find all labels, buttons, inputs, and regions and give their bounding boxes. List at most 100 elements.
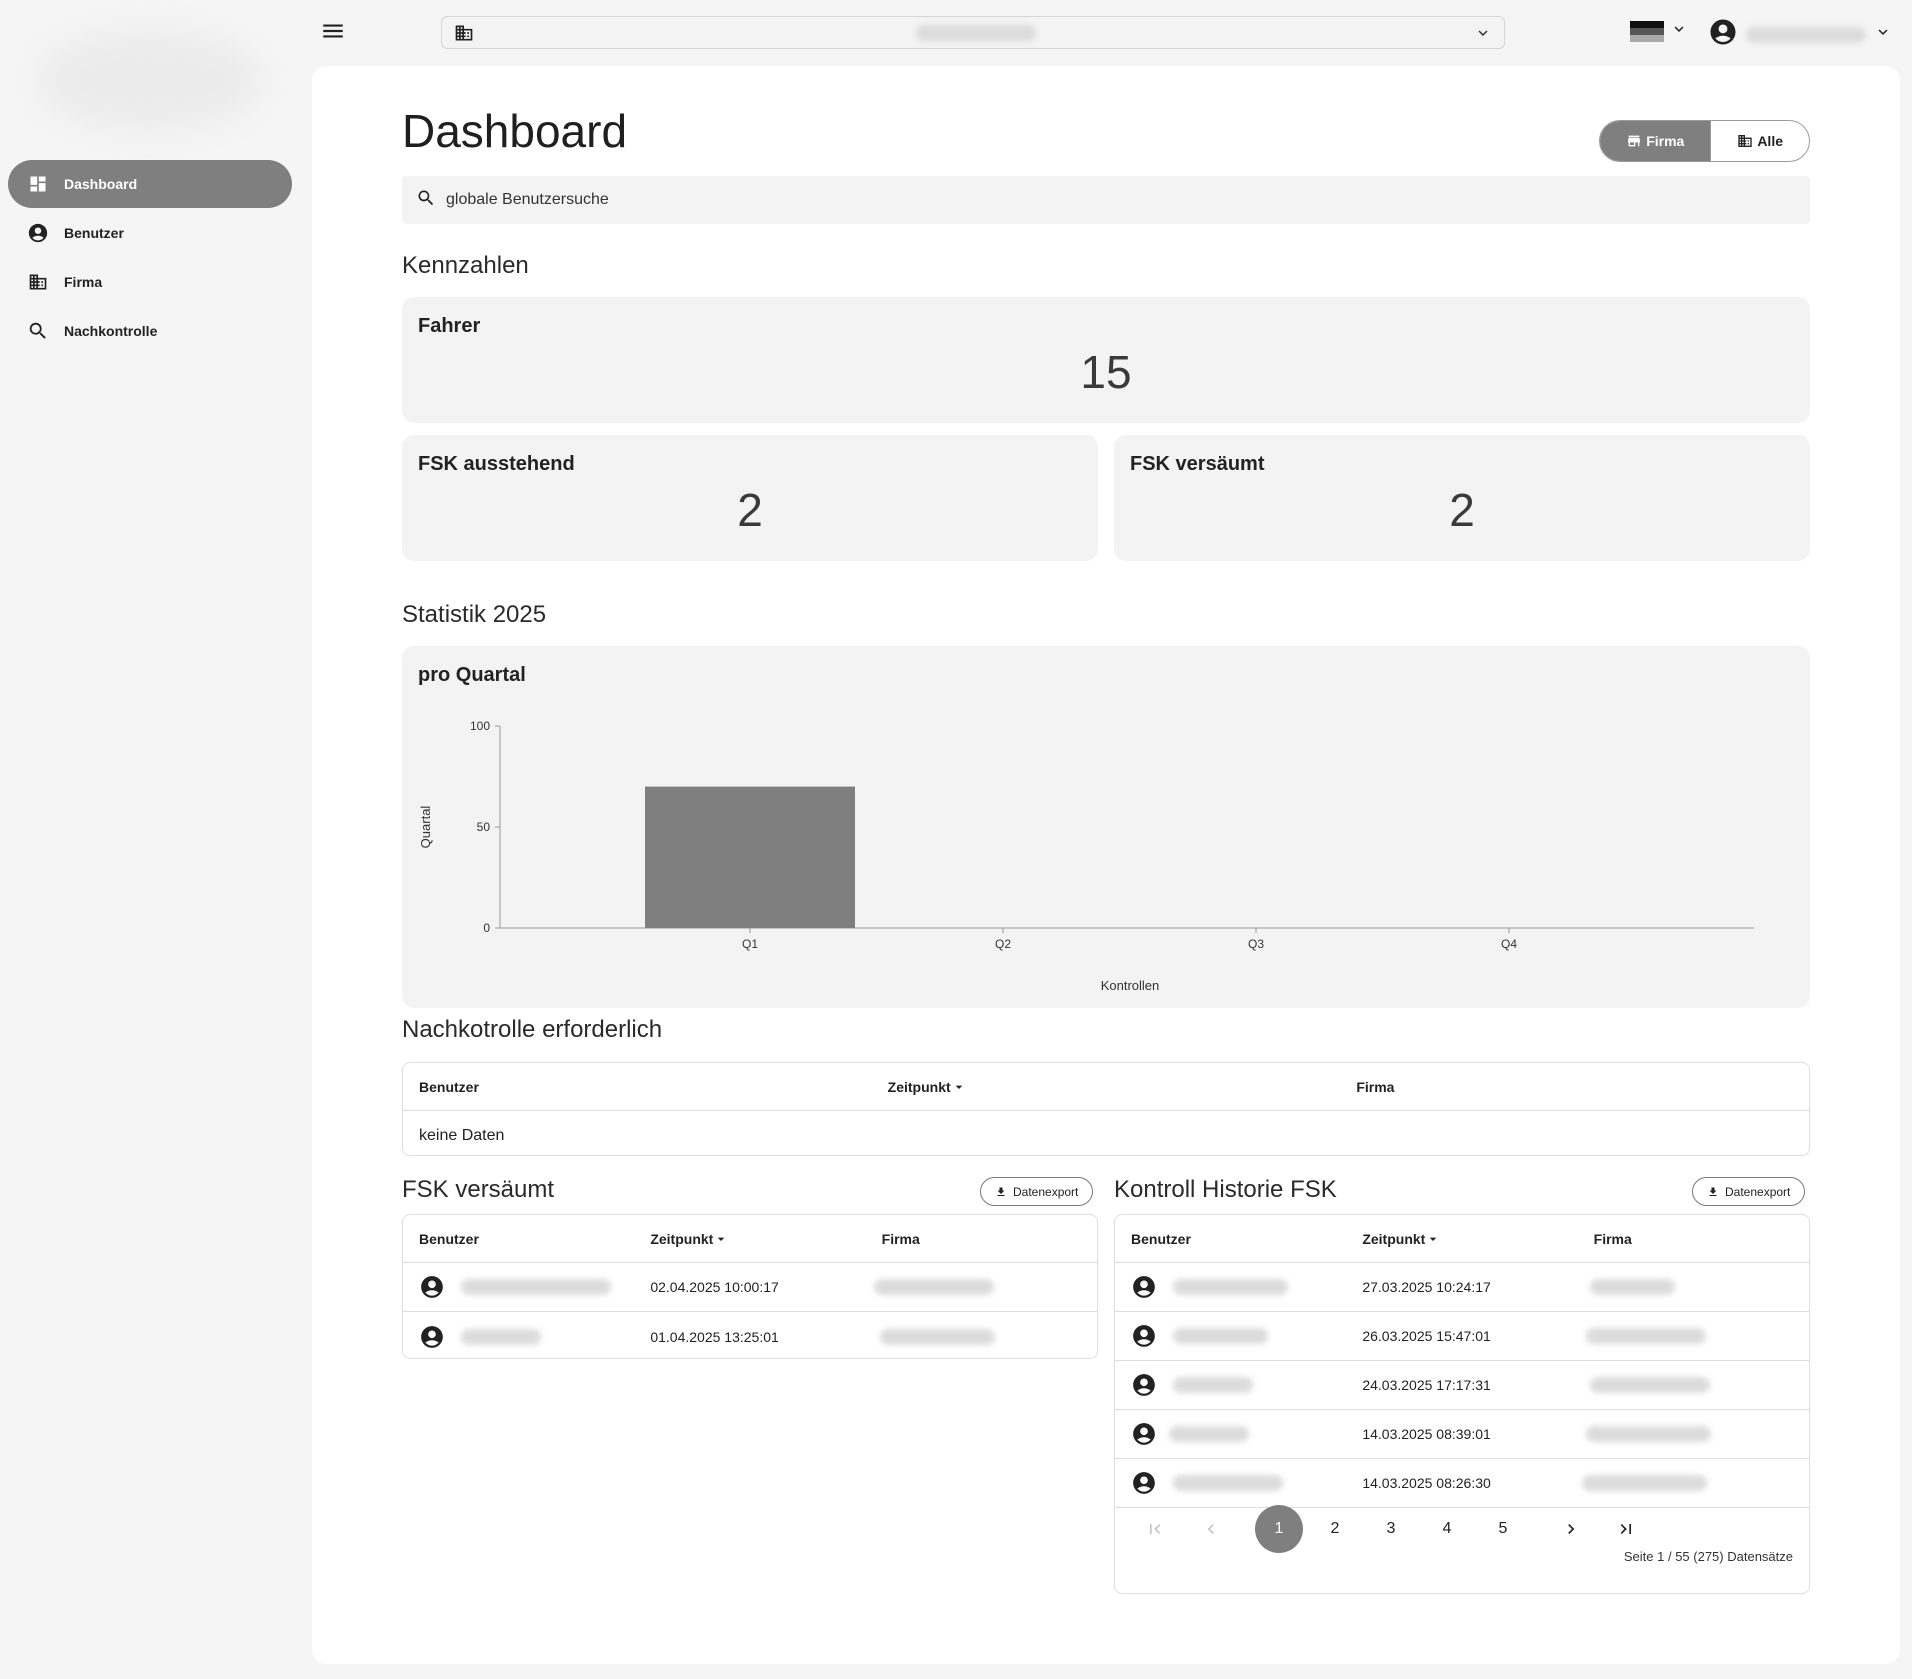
sidebar-item-label: Benutzer <box>64 225 124 241</box>
kpi-label: FSK ausstehend <box>418 453 575 475</box>
column-header-firma: Firma <box>1593 1230 1632 1247</box>
toggle-firma[interactable]: Firma <box>1600 121 1711 161</box>
page-button-1[interactable]: 1 <box>1255 1505 1303 1553</box>
cell-zeitpunkt: 24.03.2025 17:17:31 <box>1362 1377 1491 1393</box>
page-button-3[interactable]: 3 <box>1367 1505 1415 1553</box>
sidebar-item-label: Dashboard <box>64 176 138 192</box>
cell-benutzer <box>1115 1421 1346 1447</box>
account-circle-icon <box>421 1276 443 1298</box>
cell-firma <box>866 1328 1097 1345</box>
historie-table: Benutzer Zeitpunkt Firma 27.03.2025 10:2… <box>1114 1214 1810 1594</box>
domain-icon <box>26 270 50 294</box>
toggle-alle[interactable]: Alle <box>1710 121 1809 161</box>
last-page-icon[interactable] <box>1602 1505 1650 1553</box>
main-content: Dashboard Firma Alle Kennzahlen Fahrer 1… <box>312 66 1900 1664</box>
chevron-down-icon <box>1874 23 1892 46</box>
x-tick-label: Q4 <box>1501 937 1517 951</box>
table-row[interactable]: 24.03.2025 17:17:31 <box>1115 1361 1809 1410</box>
sidebar-item-nachkontrolle[interactable]: Nachkontrolle <box>8 307 292 355</box>
user-name-redacted <box>1173 1279 1288 1295</box>
sort-down-icon <box>955 1085 963 1089</box>
firma-redacted <box>1585 1426 1711 1442</box>
column-header-benutzer: Benutzer <box>419 1230 479 1247</box>
next-page-icon[interactable] <box>1547 1505 1595 1553</box>
cell-firma <box>1578 1377 1809 1393</box>
table-row[interactable]: 27.03.2025 10:24:17 <box>1115 1263 1809 1312</box>
column-header-label: Zeitpunkt <box>650 1230 714 1247</box>
column-header-label: Zeitpunkt <box>1362 1230 1426 1247</box>
cell-benutzer <box>1115 1470 1346 1496</box>
account-circle-icon <box>1133 1325 1155 1347</box>
kpi-label: FSK versäumt <box>1130 453 1265 475</box>
column-header-firma: Firma <box>881 1230 920 1247</box>
tenant-value-redacted <box>916 25 1036 41</box>
cell-firma <box>1578 1328 1809 1344</box>
page-button-4[interactable]: 4 <box>1423 1505 1471 1553</box>
account-circle-icon <box>1708 17 1738 52</box>
cell-benutzer <box>1115 1372 1346 1398</box>
search-icon <box>416 188 436 213</box>
flag-icon <box>1630 20 1664 43</box>
kpi-value: 2 <box>737 484 763 536</box>
sidebar-item-dashboard[interactable]: Dashboard <box>8 160 292 208</box>
language-select[interactable] <box>1630 20 1688 43</box>
global-search <box>402 176 1810 224</box>
column-header-zeitpunkt[interactable]: Zeitpunkt <box>634 1231 865 1247</box>
page-title: Dashboard <box>402 105 628 157</box>
search-icon <box>26 319 50 343</box>
search-input[interactable] <box>446 191 1346 209</box>
bar-q1 <box>645 786 855 928</box>
user-name-redacted <box>1173 1475 1283 1491</box>
tenant-select[interactable] <box>441 16 1505 49</box>
toggle-firma-label: Firma <box>1646 133 1685 149</box>
cell-benutzer <box>1115 1323 1346 1349</box>
scope-toggle: Firma Alle <box>1599 120 1810 162</box>
x-axis-label: Kontrollen <box>1101 978 1160 993</box>
user-name-redacted <box>461 1328 541 1345</box>
firma-redacted <box>1589 1279 1675 1295</box>
column-header-label: Zeitpunkt <box>887 1078 951 1095</box>
sidebar-item-benutzer[interactable]: Benutzer <box>8 209 292 257</box>
table-header: Benutzer Zeitpunkt Firma <box>403 1215 1097 1263</box>
column-header-zeitpunkt[interactable]: Zeitpunkt <box>1346 1231 1577 1247</box>
cell-benutzer <box>403 1324 634 1350</box>
sidebar-item-firma[interactable]: Firma <box>8 258 292 306</box>
firma-redacted <box>1589 1377 1710 1393</box>
account-circle-icon <box>1133 1472 1155 1494</box>
first-page-icon[interactable] <box>1131 1505 1179 1553</box>
y-tick-label: 0 <box>483 921 490 935</box>
toggle-alle-label: Alle <box>1757 133 1783 149</box>
prev-page-icon[interactable] <box>1187 1505 1235 1553</box>
download-icon <box>997 1187 1005 1196</box>
firma-redacted <box>1585 1328 1706 1344</box>
dashboard-icon <box>26 172 50 196</box>
column-header-zeitpunkt[interactable]: Zeitpunkt <box>872 1079 1341 1095</box>
kpi-card-fahrer: Fahrer 15 <box>402 297 1810 423</box>
account-circle-icon <box>1133 1276 1155 1298</box>
column-header-benutzer: Benutzer <box>419 1078 479 1095</box>
nachkontrolle-table: Benutzer Zeitpunkt Firma keine Daten <box>402 1062 1810 1156</box>
export-button-fsk-versaeumt[interactable]: Datenexport <box>980 1177 1094 1206</box>
page-button-2[interactable]: 2 <box>1311 1505 1359 1553</box>
cell-zeitpunkt: 27.03.2025 10:24:17 <box>1362 1279 1491 1295</box>
table-row[interactable]: 26.03.2025 15:47:01 <box>1115 1312 1809 1361</box>
export-button-historie[interactable]: Datenexport <box>1692 1177 1806 1206</box>
kpi-value: 15 <box>1080 346 1132 398</box>
user-name-redacted <box>1746 26 1866 43</box>
sort-down-icon <box>1429 1237 1437 1241</box>
table-row[interactable]: 14.03.2025 08:39:01 <box>1115 1410 1809 1459</box>
domain-icon <box>1738 135 1752 147</box>
user-name-redacted <box>461 1279 611 1295</box>
cell-firma <box>1578 1426 1809 1442</box>
firma-redacted <box>873 1279 994 1295</box>
store-icon <box>1628 135 1641 147</box>
section-title-historie: Kontroll Historie FSK <box>1114 1176 1337 1203</box>
user-menu[interactable] <box>1708 17 1892 52</box>
column-header-firma: Firma <box>1356 1078 1395 1095</box>
page-button-5[interactable]: 5 <box>1479 1505 1527 1553</box>
table-row[interactable]: 02.04.2025 10:00:17 <box>403 1263 1097 1312</box>
menu-icon[interactable] <box>320 18 346 44</box>
cell-firma <box>866 1279 1097 1295</box>
sidebar: Dashboard Benutzer Firma Nachkontrolle <box>0 0 300 1679</box>
table-row[interactable]: 01.04.2025 13:25:01 <box>403 1312 1097 1358</box>
